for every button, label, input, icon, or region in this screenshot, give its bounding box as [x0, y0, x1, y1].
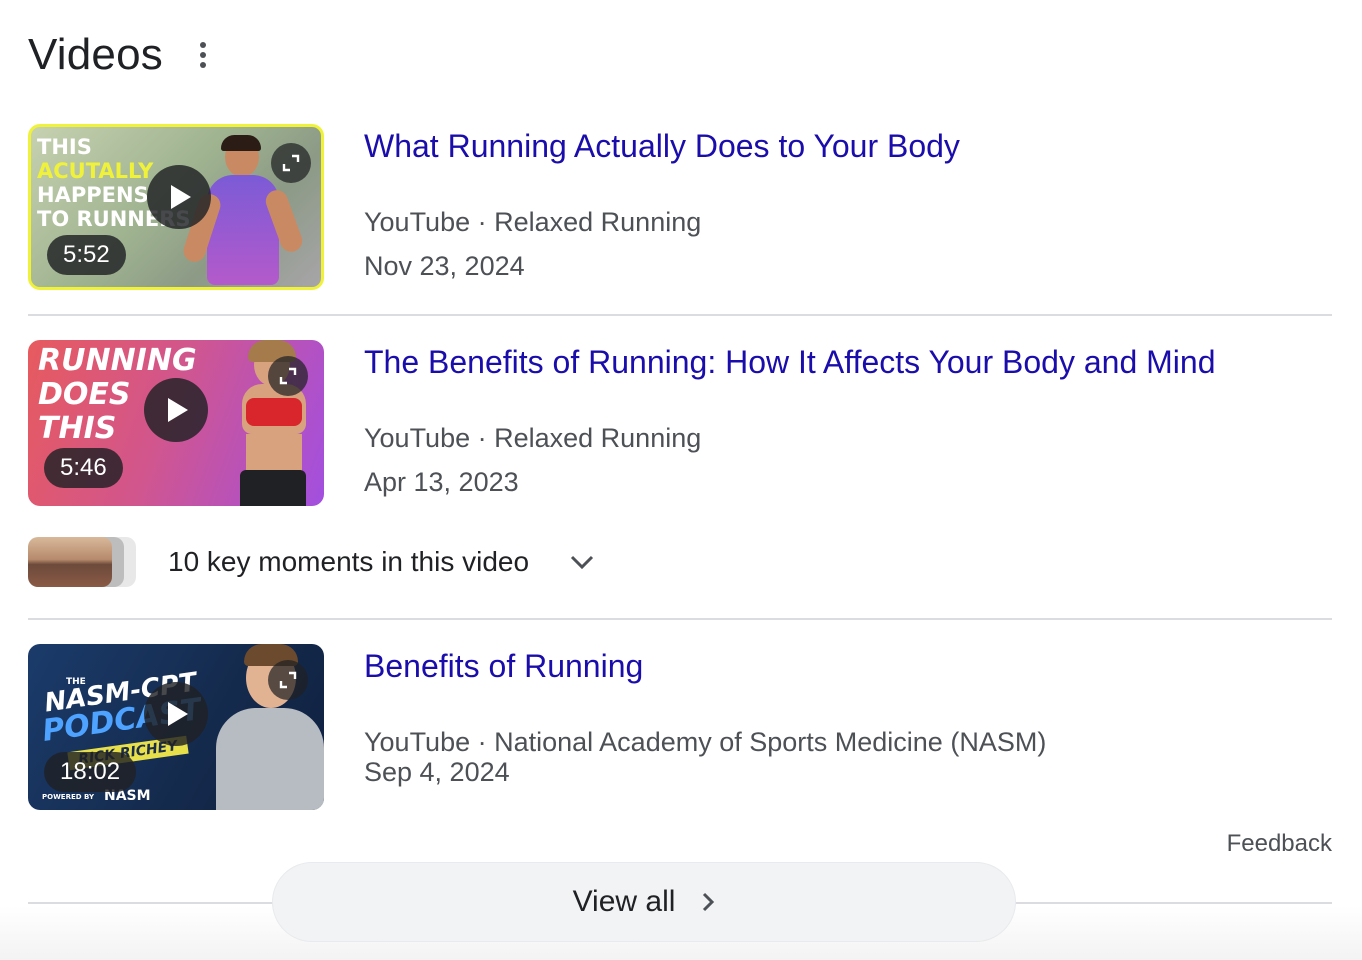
video-result: THIS ACUTALLY HAPPENS TO RUNNERS 5:52 Wh…	[28, 124, 1332, 290]
expand-icon[interactable]	[268, 660, 308, 700]
thumb-caption-line: HAPPENS	[37, 183, 149, 207]
section-title: Videos	[28, 30, 163, 79]
expand-icon[interactable]	[268, 356, 308, 396]
video-title-link[interactable]: What Running Actually Does to Your Body	[364, 124, 960, 168]
key-moments-thumbnails	[28, 537, 140, 587]
video-duration: 18:02	[44, 752, 137, 792]
thumb-caption-line: ACUTALLY	[37, 159, 154, 183]
video-source: YouTube · Relaxed Running	[364, 423, 702, 453]
video-thumbnail[interactable]: RUNNING DOES THIS 5:46	[28, 340, 324, 506]
video-info: What Running Actually Does to Your Body …	[364, 124, 960, 288]
video-duration: 5:46	[44, 448, 123, 488]
more-options-icon[interactable]	[191, 35, 215, 75]
key-moment-thumbnail	[28, 537, 112, 587]
video-date: Nov 23, 2024	[364, 251, 525, 281]
key-moments-label: 10 key moments in this video	[168, 546, 530, 577]
video-info: Benefits of Running YouTube · National A…	[364, 644, 1046, 794]
result-divider	[28, 618, 1332, 620]
play-icon[interactable]	[147, 165, 211, 229]
video-title-link[interactable]: Benefits of Running	[364, 644, 1046, 688]
view-all-label: View all	[572, 885, 676, 918]
video-info: The Benefits of Running: How It Affects …	[364, 340, 1215, 504]
video-source: YouTube · Relaxed Running	[364, 207, 702, 237]
key-moments-toggle[interactable]: 10 key moments in this video	[28, 536, 595, 588]
video-thumbnail[interactable]: THIS ACUTALLY HAPPENS TO RUNNERS 5:52	[28, 124, 324, 290]
expand-icon[interactable]	[271, 143, 311, 183]
play-icon[interactable]	[144, 682, 208, 746]
play-icon[interactable]	[144, 378, 208, 442]
video-date: Apr 13, 2023	[364, 467, 519, 497]
video-thumbnail[interactable]: THE NASM-CPT PODCAST RICK RICHEY POWERED…	[28, 644, 324, 810]
thumb-caption-line: THIS	[38, 411, 117, 446]
video-duration: 5:52	[47, 235, 126, 275]
video-title-link[interactable]: The Benefits of Running: How It Affects …	[364, 340, 1215, 384]
thumb-caption-line: RUNNING	[38, 343, 197, 378]
thumb-caption-line: THIS	[37, 135, 92, 159]
videos-section-header: Videos	[28, 30, 215, 80]
view-all-button[interactable]: View all	[272, 862, 1016, 942]
chevron-down-icon	[571, 555, 594, 570]
feedback-link[interactable]: Feedback	[1227, 830, 1332, 858]
video-result: THE NASM-CPT PODCAST RICK RICHEY POWERED…	[28, 644, 1332, 810]
video-result: RUNNING DOES THIS 5:46 The Benefits of R…	[28, 340, 1332, 506]
chevron-right-icon	[703, 892, 715, 912]
thumb-caption-line: POWERED BY	[42, 793, 95, 801]
result-divider	[28, 314, 1332, 316]
thumb-caption-line: DOES	[38, 377, 131, 412]
